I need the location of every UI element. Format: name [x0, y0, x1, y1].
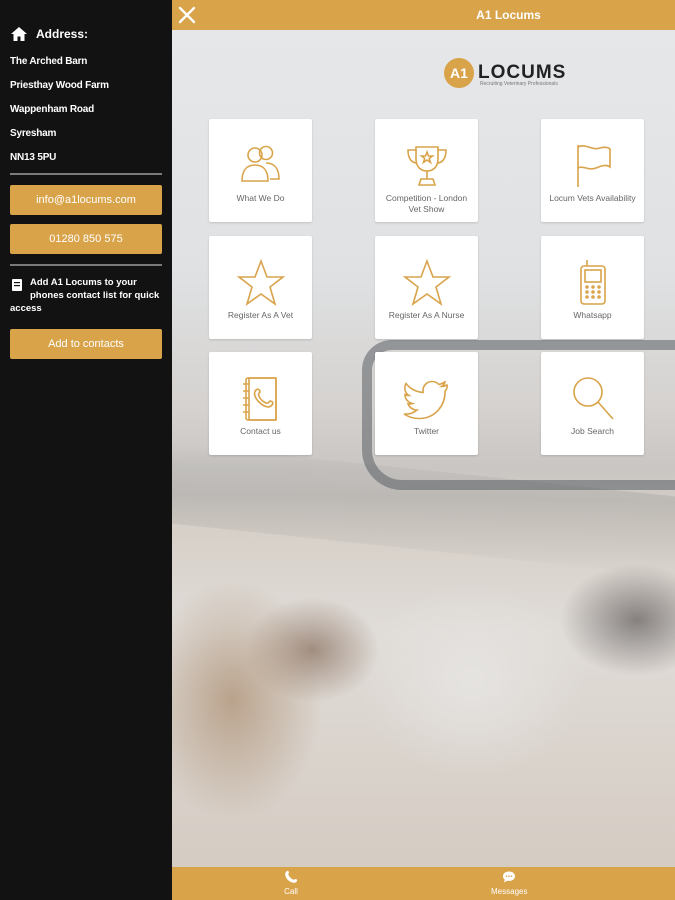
phone-button[interactable]: 01280 850 575: [10, 224, 162, 254]
star-icon: [402, 258, 451, 306]
tile-register-vet[interactable]: Register As A Vet: [209, 236, 312, 339]
add-to-contacts-button[interactable]: Add to contacts: [10, 329, 162, 359]
sidebar: Address: The Arched Barn Priesthay Wood …: [0, 0, 172, 900]
address-line: NN13 5PU: [10, 152, 57, 163]
contact-note-text: Add A1 Locums to your phones contact lis…: [10, 277, 160, 314]
messages-label: Messages: [491, 887, 528, 896]
address-line: Syresham: [10, 128, 57, 139]
magnifier-icon: [572, 377, 614, 420]
address-line: Priesthay Wood Farm: [10, 80, 109, 91]
page-title: A1 Locums: [476, 8, 541, 22]
email-button[interactable]: info@a1locums.com: [10, 185, 162, 215]
call-button[interactable]: Call: [284, 870, 298, 896]
home-icon: [11, 27, 27, 41]
logo-tagline: Recruiting Veterinary Professionals: [480, 81, 558, 87]
messages-button[interactable]: Messages: [491, 870, 527, 896]
tile-label: Competition - London Vet Show: [385, 193, 468, 214]
address-book-icon: [242, 377, 277, 421]
trophy-icon: [406, 146, 447, 186]
flag-icon: [576, 145, 611, 187]
tile-what-we-do[interactable]: What We Do: [209, 119, 312, 222]
logo-text: LOCUMS: [478, 62, 567, 83]
tile-label: Job Search: [571, 426, 614, 436]
close-icon[interactable]: [176, 4, 198, 26]
star-icon: [236, 258, 285, 306]
divider: [10, 173, 162, 175]
tile-twitter[interactable]: Twitter: [375, 352, 478, 455]
chat-bubble-icon: [503, 871, 516, 883]
call-label: Call: [284, 887, 298, 896]
tile-label: Register As A Vet: [227, 310, 294, 320]
tile-register-nurse[interactable]: Register As A Nurse: [375, 236, 478, 339]
address-line: Wappenham Road: [10, 104, 95, 115]
address-line: The Arched Barn: [10, 56, 88, 67]
logo-mark: A1: [444, 58, 474, 88]
tile-label: Register As A Nurse: [388, 310, 465, 320]
tile-label: What We Do: [236, 193, 285, 203]
phone-icon: [285, 870, 298, 883]
mobile-phone-icon: [579, 260, 606, 305]
people-icon: [240, 145, 280, 182]
tile-contact-us[interactable]: Contact us: [209, 352, 312, 455]
twitter-bird-icon: [403, 380, 448, 420]
tile-whatsapp[interactable]: Whatsapp: [541, 236, 644, 339]
main-panel: A1 Locums A1 LOCUMS Recruiting Veterinar…: [172, 0, 675, 900]
tile-label: Twitter: [413, 426, 440, 436]
address-heading: Address:: [10, 26, 88, 42]
tile-competition[interactable]: Competition - London Vet Show: [375, 119, 478, 222]
tile-job-search[interactable]: Job Search: [541, 352, 644, 455]
tile-label: Locum Vets Availability: [549, 193, 636, 203]
tile-label: Whatsapp: [573, 310, 612, 320]
contact-note: Add A1 Locums to your phones contact lis…: [10, 276, 162, 315]
tile-label: Contact us: [240, 426, 281, 436]
contact-book-icon: [12, 279, 22, 291]
divider: [10, 264, 162, 266]
address-heading-text: Address:: [36, 27, 89, 41]
bottom-bar: Call Messages: [172, 867, 675, 900]
tile-locum-vets-availability[interactable]: Locum Vets Availability: [541, 119, 644, 222]
